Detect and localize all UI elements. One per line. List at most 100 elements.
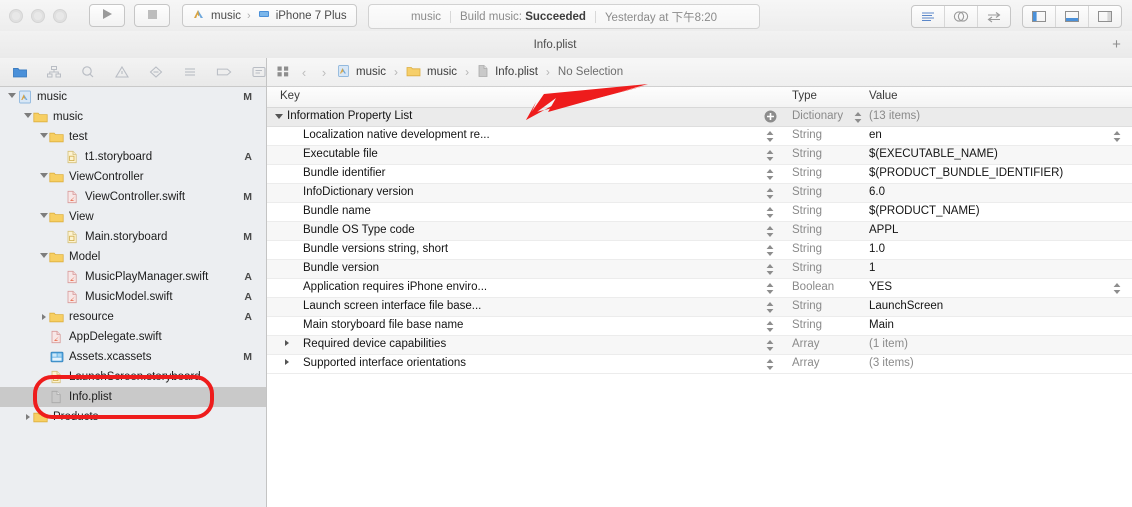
plist-key-cell[interactable]: Supported interface orientations [303,357,466,369]
plist-key-cell[interactable]: Required device capabilities [303,338,446,350]
plist-key-cell[interactable]: Bundle versions string, short [303,243,448,255]
plist-value-cell[interactable]: 1 [869,262,875,274]
plist-key-cell[interactable]: Executable file [303,148,378,160]
plist-row[interactable]: InfoDictionary version String 6.0 [267,184,1132,203]
plist-type-stepper[interactable] [765,130,775,143]
breadcrumb-item-1[interactable]: music [427,66,457,78]
tree-item-assets-xcassets[interactable]: Assets.xcassets M [0,347,266,367]
back-button[interactable]: ‹ [297,65,311,80]
plist-type-stepper[interactable] [765,282,775,295]
test-navigator-icon[interactable] [148,64,164,80]
tree-item-viewcontroller[interactable]: ViewController [0,167,266,187]
tree-item-view[interactable]: View [0,207,266,227]
navigator-toggle-icon[interactable] [1023,6,1056,27]
plist-row[interactable]: Executable file String $(EXECUTABLE_NAME) [267,146,1132,165]
assistant-editor-icon[interactable] [945,6,978,27]
debug-navigator-icon[interactable] [182,64,198,80]
plist-type-cell[interactable]: String [792,186,822,198]
plist-key-cell[interactable]: Main storyboard file base name [303,319,463,331]
plist-key-cell[interactable]: Bundle name [303,205,371,217]
plist-type-cell[interactable]: String [792,300,822,312]
plist-type-cell[interactable]: String [792,319,822,331]
plist-type-cell[interactable]: String [792,148,822,160]
plist-value-cell[interactable]: (13 items) [869,110,920,122]
breadcrumb-item-2[interactable]: Info.plist [495,66,538,78]
close-button[interactable] [9,8,23,23]
tree-item-musicplaymanager-swift[interactable]: MusicPlayManager.swift A [0,267,266,287]
plist-key-cell[interactable]: Localization native development re... [303,129,490,141]
breakpoint-navigator-icon[interactable] [216,64,233,80]
add-property-button[interactable] [764,110,777,123]
plist-value-cell[interactable]: 1.0 [869,243,885,255]
plist-row[interactable]: Required device capabilities Array (1 item… [267,336,1132,355]
project-navigator-icon[interactable] [12,64,28,80]
source-control-navigator-icon[interactable] [46,64,62,80]
breadcrumb-item-0[interactable]: music [356,66,386,78]
plist-type-cell[interactable]: Dictionary [792,110,843,122]
plist-row[interactable]: Application requires iPhone enviro... Boo… [267,279,1132,298]
plist-disclosure-triangle[interactable] [285,359,289,365]
version-editor-icon[interactable] [978,6,1010,27]
plist-disclosure-triangle[interactable] [275,114,283,122]
plist-value-stepper[interactable] [853,111,863,124]
plist-value-cell[interactable]: $(PRODUCT_BUNDLE_IDENTIFIER) [869,167,1063,179]
column-header-key[interactable]: Key [280,90,300,102]
plist-row-stepper[interactable] [1112,130,1122,143]
plist-type-stepper[interactable] [765,263,775,276]
plist-type-cell[interactable]: Boolean [792,281,834,293]
tree-disclosure-triangle[interactable] [38,133,49,141]
tree-item-resource[interactable]: resource A [0,307,266,327]
plist-type-cell[interactable]: Array [792,338,819,350]
add-tab-button[interactable]: + [1109,37,1124,52]
plist-type-stepper[interactable] [765,244,775,257]
plist-row[interactable]: Bundle OS Type code String APPL [267,222,1132,241]
plist-key-cell[interactable]: InfoDictionary version [303,186,414,198]
status-bar[interactable]: music Build music: Succeeded Yesterday a… [368,4,760,29]
tree-item-appdelegate-swift[interactable]: AppDelegate.swift [0,327,266,347]
plist-key-cell[interactable]: Launch screen interface file base... [303,300,481,312]
plist-disclosure-triangle[interactable] [285,340,289,346]
tree-item-viewcontroller-swift[interactable]: ViewController.swift M [0,187,266,207]
plist-key-cell[interactable]: Bundle identifier [303,167,385,179]
plist-type-stepper[interactable] [765,168,775,181]
related-files-icon[interactable] [276,64,291,81]
column-header-type[interactable]: Type [792,90,817,102]
plist-type-stepper[interactable] [765,187,775,200]
plist-row-stepper[interactable] [1112,282,1122,295]
plist-type-cell[interactable]: String [792,129,822,141]
plist-value-cell[interactable]: LaunchScreen [869,300,943,312]
plist-value-cell[interactable]: (1 item) [869,338,908,350]
tree-item-musicmodel-swift[interactable]: MusicModel.swift A [0,287,266,307]
tree-item-music[interactable]: music M [0,87,266,107]
tree-disclosure-triangle[interactable] [6,93,17,101]
tree-item-model[interactable]: Model [0,247,266,267]
issue-navigator-icon[interactable] [114,64,130,80]
plist-value-cell[interactable]: $(PRODUCT_NAME) [869,205,980,217]
plist-type-cell[interactable]: String [792,262,822,274]
plist-row[interactable]: Bundle identifier String $(PRODUCT_BUNDLE_… [267,165,1132,184]
tree-disclosure-triangle[interactable] [22,113,33,121]
plist-type-stepper[interactable] [765,206,775,219]
plist-key-cell[interactable]: Bundle version [303,262,379,274]
column-header-value[interactable]: Value [869,90,898,102]
tree-item-main-storyboard[interactable]: Main.storyboard M [0,227,266,247]
plist-type-cell[interactable]: Array [792,357,819,369]
plist-type-cell[interactable]: String [792,167,822,179]
plist-row[interactable]: Launch screen interface file base... Stri… [267,298,1132,317]
plist-row[interactable]: Bundle version String 1 [267,260,1132,279]
plist-row[interactable]: Bundle versions string, short String 1.0 [267,241,1132,260]
plist-value-cell[interactable]: (3 items) [869,357,914,369]
plist-type-stepper[interactable] [765,320,775,333]
plist-row[interactable]: Information Property List Dictionary (13 i… [267,108,1132,127]
plist-row[interactable]: Main storyboard file base name String Main [267,317,1132,336]
plist-value-cell[interactable]: en [869,129,882,141]
tree-item-products[interactable]: Products [0,407,266,427]
tree-disclosure-triangle[interactable] [38,173,49,181]
tree-disclosure-triangle[interactable] [38,213,49,221]
plist-type-stepper[interactable] [765,339,775,352]
plist-value-cell[interactable]: 6.0 [869,186,885,198]
plist-type-cell[interactable]: String [792,224,822,236]
plist-key-cell[interactable]: Bundle OS Type code [303,224,415,236]
plist-row[interactable]: Bundle name String $(PRODUCT_NAME) [267,203,1132,222]
plist-type-cell[interactable]: String [792,205,822,217]
